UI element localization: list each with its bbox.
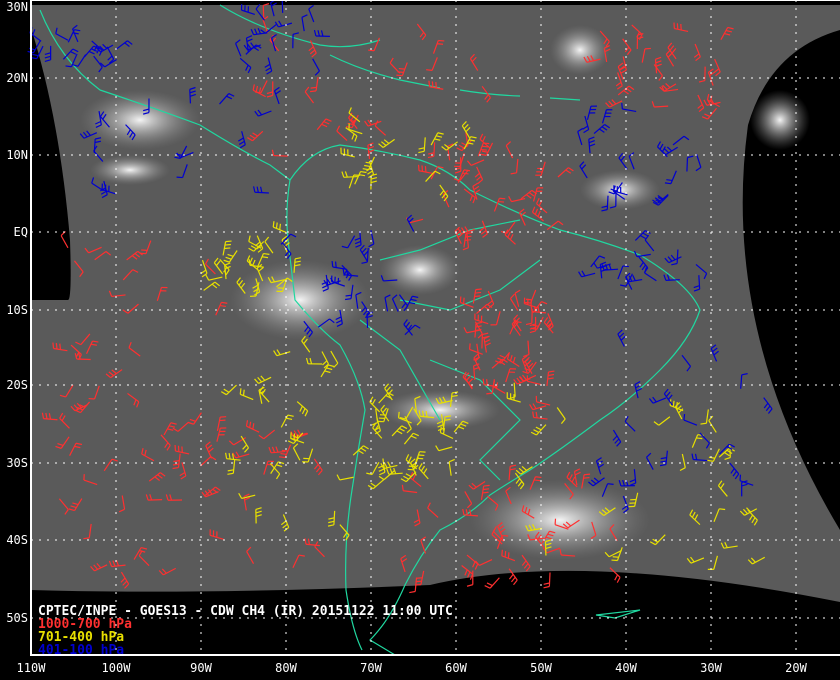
lon-label: 70W [360,661,382,675]
lat-label: 40S [6,533,28,547]
lon-label: 20W [785,661,807,675]
lon-label: 30W [700,661,722,675]
lat-label: 30N [6,0,28,14]
lat-label: 10N [6,148,28,162]
legend-high-level: 401-100 hPa [38,643,125,658]
lon-label: 110W [16,661,46,675]
lon-label: 90W [190,661,212,675]
lat-label: 20N [6,71,28,85]
lat-label: 50S [6,611,28,625]
lon-label: 80W [275,661,297,675]
lon-label: 100W [101,661,131,675]
lon-label: 40W [615,661,637,675]
lon-label: 50W [530,661,552,675]
lon-label: 60W [445,661,467,675]
cloud [380,390,500,430]
cloud [90,155,170,185]
satellite-map [0,0,840,680]
cloud [750,90,810,150]
cloud [380,245,460,295]
lat-label: 20S [6,378,28,392]
lat-label: 30S [6,456,28,470]
lat-label: EQ [13,225,28,239]
lat-label: 10S [6,303,28,317]
cloud [80,90,200,150]
cloud [580,170,660,210]
